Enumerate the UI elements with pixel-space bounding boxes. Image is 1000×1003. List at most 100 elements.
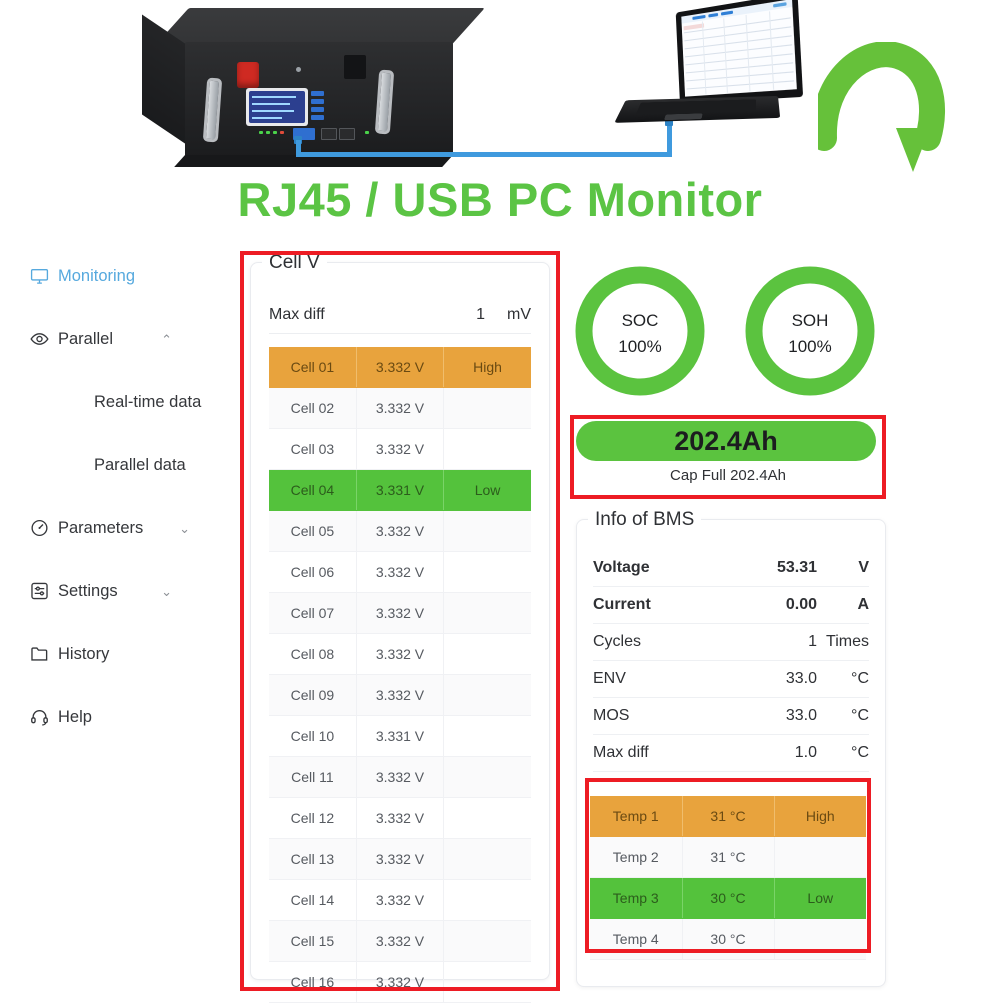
sidebar-item-real-time-data[interactable]: Real-time data — [0, 387, 212, 417]
bms-row: Cycles 1 Times — [593, 624, 869, 661]
cell-status — [443, 551, 531, 593]
table-row: Temp 2 31 °C — [590, 836, 866, 878]
cell-max-diff-value: 1 — [476, 306, 485, 323]
cell-voltage: 3.332 V — [356, 592, 445, 634]
chevron-down-icon[interactable]: ⌄ — [179, 521, 190, 537]
right-column: SOC 100% SOH 100% 202.4Ah Cap Full 202.4Ah … — [570, 251, 970, 991]
cell-voltage: 3.332 V — [356, 633, 445, 675]
cell-voltage: 3.332 V — [356, 838, 445, 880]
laptop-display-content — [681, 0, 797, 97]
battery-keypad — [311, 91, 324, 121]
battery-lcd-screen — [246, 88, 308, 126]
cell-status — [443, 920, 531, 962]
bms-value: 1 — [808, 633, 817, 650]
bms-key: MOS — [593, 707, 630, 724]
cell-name: Cell 07 — [269, 592, 357, 634]
sidebar-item-parallel-data[interactable]: Parallel data — [0, 450, 212, 480]
bms-unit: °C — [851, 744, 869, 761]
temperature-section: Temp 1 31 °C High Temp 2 31 °C Temp 3 30 °C Low… — [590, 783, 866, 960]
cell-status: Low — [443, 469, 531, 511]
bms-row: Current 0.00 A — [593, 587, 869, 624]
temperature-table: Temp 1 31 °C High Temp 2 31 °C Temp 3 30 °C Low… — [590, 796, 866, 960]
sidebar-item-label: Parameters — [58, 518, 144, 537]
table-row: Cell 16 3.332 V — [269, 961, 531, 1003]
table-row: Cell 15 3.332 V — [269, 920, 531, 962]
cell-voltage: 3.331 V — [356, 469, 445, 511]
cell-max-diff-unit: mV — [507, 306, 531, 323]
sidebar-item-history[interactable]: History — [0, 639, 212, 669]
laptop-screen — [675, 0, 804, 104]
gauge-value: 100% — [788, 337, 832, 356]
bms-value: 0.00 — [785, 596, 817, 613]
bms-value: 53.31 — [776, 559, 817, 576]
cell-voltage: 3.332 V — [356, 347, 445, 388]
cell-status — [443, 838, 531, 880]
gauge-label: SOH — [791, 311, 829, 330]
bms-row: MOS 33.0 °C — [593, 698, 869, 735]
cell-voltage: 3.331 V — [356, 715, 445, 757]
gauge-ring-icon — [575, 266, 705, 396]
bms-unit: Times — [826, 633, 869, 650]
gauge-group: SOC 100% SOH 100% — [570, 251, 890, 411]
temp-name: Temp 1 — [590, 796, 683, 837]
bms-unit: °C — [851, 670, 869, 687]
temp-status: Low — [774, 877, 866, 919]
bms-unit: A — [857, 596, 869, 613]
bms-value: 33.0 — [785, 707, 817, 724]
monitor-icon — [30, 267, 49, 286]
folder-icon — [30, 645, 49, 664]
cell-voltage: 3.332 V — [356, 510, 445, 552]
battery-indicator-dot — [296, 67, 301, 72]
cell-status — [443, 510, 531, 552]
sidebar-nav: Monitoring Parallel ⌃ Real-time data Paralle… — [0, 243, 212, 1000]
table-row: Cell 11 3.332 V — [269, 756, 531, 798]
sidebar-item-help[interactable]: Help — [0, 702, 212, 732]
bms-unit: V — [858, 559, 869, 576]
table-row: Temp 4 30 °C — [590, 918, 866, 960]
cell-status — [443, 715, 531, 757]
sidebar-item-parameters[interactable]: Parameters ⌄ — [0, 513, 212, 543]
cell-name: Cell 13 — [269, 838, 357, 880]
temp-status — [774, 836, 866, 878]
bms-row: ENV 33.0 °C — [593, 661, 869, 698]
cell-status — [443, 961, 531, 1003]
gauge-value: 100% — [618, 337, 662, 356]
temp-name: Temp 4 — [590, 918, 683, 960]
cell-voltage: 3.332 V — [356, 551, 445, 593]
sidebar-item-monitoring[interactable]: Monitoring — [0, 261, 212, 291]
table-row: Cell 10 3.331 V — [269, 715, 531, 757]
cell-status — [443, 756, 531, 798]
cell-voltage-panel: Max diff 1 mV Cell 01 3.332 V High Cell 02 3… — [250, 262, 550, 1003]
cell-voltage: 3.332 V — [356, 797, 445, 839]
bms-unit: °C — [851, 707, 869, 724]
sidebar-item-settings[interactable]: Settings ⌄ — [0, 576, 212, 606]
cell-voltage: 3.332 V — [356, 387, 445, 429]
gauge-soc: SOC 100% — [570, 261, 710, 401]
sliders-icon — [30, 582, 49, 601]
cell-status — [443, 797, 531, 839]
table-row: Temp 3 30 °C Low — [590, 877, 866, 919]
cell-name: Cell 14 — [269, 879, 357, 921]
chevron-down-icon[interactable]: ⌄ — [161, 584, 172, 600]
table-row: Cell 13 3.332 V — [269, 838, 531, 880]
bms-row: Max diff 1.0 °C — [593, 735, 869, 772]
cell-status — [443, 428, 531, 470]
sidebar-item-label: History — [58, 644, 110, 663]
bms-key: Max diff — [593, 744, 649, 761]
chevron-up-icon[interactable]: ⌃ — [161, 332, 172, 348]
cell-name: Cell 09 — [269, 674, 357, 716]
table-row: Cell 03 3.332 V — [269, 428, 531, 470]
bms-key: Cycles — [593, 633, 642, 650]
cell-status — [443, 633, 531, 675]
bms-value: 1.0 — [794, 744, 817, 761]
sidebar-item-label: Monitoring — [58, 266, 136, 285]
table-row: Cell 04 3.331 V Low — [269, 469, 531, 511]
capacity-subtext: Cap Full 202.4Ah — [670, 467, 786, 484]
cell-name: Cell 05 — [269, 510, 357, 552]
sidebar-item-parallel[interactable]: Parallel ⌃ — [0, 324, 212, 354]
green-curved-arrow — [818, 42, 946, 172]
cell-status — [443, 387, 531, 429]
cell-voltage: 3.332 V — [356, 879, 445, 921]
gauge-ring-icon — [745, 266, 875, 396]
cell-name: Cell 06 — [269, 551, 357, 593]
